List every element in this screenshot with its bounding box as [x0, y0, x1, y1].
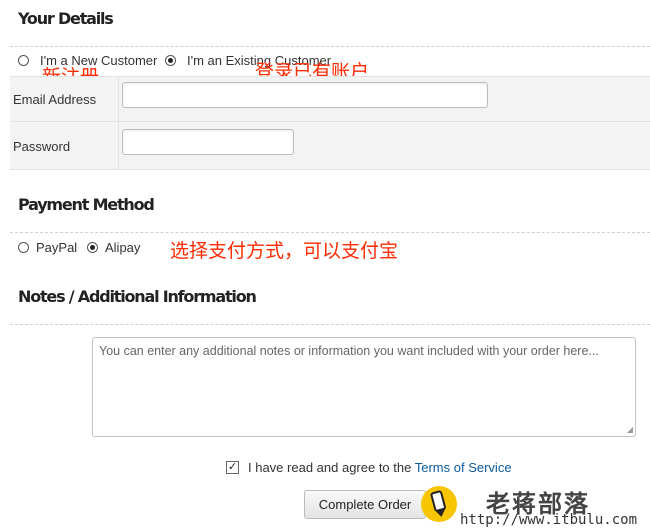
- paypal-radio[interactable]: [18, 242, 29, 253]
- notes-textarea[interactable]: You can enter any additional notes or in…: [92, 337, 636, 437]
- password-row: [10, 121, 650, 170]
- complete-order-button[interactable]: Complete Order: [304, 490, 426, 519]
- annotation-payment: 选择支付方式，可以支付宝: [170, 240, 399, 262]
- existing-customer-radio[interactable]: [165, 55, 176, 66]
- password-field[interactable]: [122, 129, 294, 155]
- password-label: Password: [13, 139, 71, 154]
- email-field[interactable]: [122, 82, 488, 108]
- notes-title: Notes / Additional Information: [18, 287, 257, 306]
- terms-of-service-link[interactable]: Terms of Service: [415, 460, 512, 475]
- your-details-title: Your Details: [18, 9, 114, 28]
- divider: [10, 324, 650, 325]
- notes-placeholder: You can enter any additional notes or in…: [99, 344, 599, 358]
- resize-grip-icon[interactable]: ◢: [627, 425, 633, 434]
- terms-text-row: I have read and agree to the Terms of Se…: [248, 460, 512, 475]
- terms-text: I have read and agree to the: [248, 460, 412, 475]
- paypal-label[interactable]: PayPal: [36, 240, 77, 255]
- terms-checkbox[interactable]: ✓: [226, 461, 239, 474]
- watermark-url: http://www.itbulu.com: [460, 512, 638, 528]
- divider: [10, 232, 650, 233]
- divider: [10, 169, 650, 170]
- email-label: Email Address: [13, 92, 97, 107]
- divider: [10, 46, 650, 47]
- pencil-logo-icon: [421, 486, 457, 522]
- alipay-label[interactable]: Alipay: [105, 240, 140, 255]
- new-customer-radio[interactable]: [18, 55, 29, 66]
- payment-method-title: Payment Method: [18, 195, 155, 214]
- alipay-radio[interactable]: [87, 242, 98, 253]
